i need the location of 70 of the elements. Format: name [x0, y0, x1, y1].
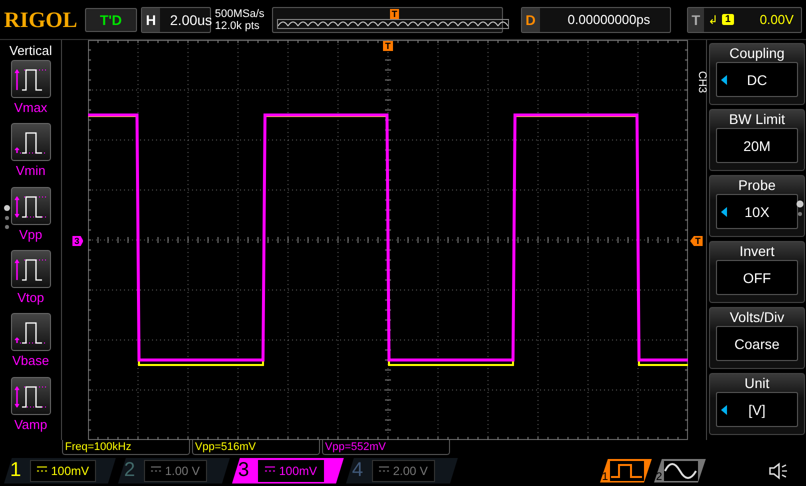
measure-label: Vtop	[17, 290, 44, 305]
channel-scale: 100mV	[279, 464, 318, 478]
sample-rate: 500MSa/s	[214, 8, 266, 20]
channel-tab[interactable]: 4 2.00 V	[346, 458, 458, 484]
menu-item[interactable]: Volts/Div Coarse	[708, 307, 805, 369]
channel-marker: 3	[72, 236, 84, 246]
trigger-level-marker: T	[690, 236, 703, 246]
dc-coupling-icon	[151, 466, 161, 472]
menu-label: Volts/Div	[730, 308, 784, 326]
channel-tab[interactable]: 1 100mV	[4, 458, 116, 484]
channel-scale: 2.00 V	[393, 464, 428, 478]
trigger-status: T'D	[84, 8, 137, 32]
dc-coupling-icon	[37, 466, 47, 472]
menu-value: DC	[746, 72, 768, 88]
trigger-type-button[interactable]: 1	[600, 458, 652, 482]
delay-value: 0.00000000ps	[566, 12, 650, 27]
measurement: Vpp=516mV	[192, 440, 320, 455]
menu-label: Unit	[744, 374, 770, 392]
channel-tab[interactable]: CH3	[696, 71, 708, 93]
menu-value: 20M	[743, 138, 771, 154]
dc-coupling-icon	[379, 466, 389, 472]
measure-button[interactable]	[10, 376, 51, 415]
menu-title: Vertical	[9, 42, 52, 60]
menu-item[interactable]: Coupling DC	[708, 43, 805, 105]
measure-button[interactable]	[10, 186, 51, 225]
menu-value: OFF	[742, 270, 771, 286]
trigger-label: T	[688, 8, 704, 32]
measure-button[interactable]	[10, 123, 51, 162]
speaker-icon[interactable]	[768, 462, 788, 480]
menu-item[interactable]: Invert OFF	[708, 241, 805, 303]
dc-coupling-icon	[265, 466, 275, 472]
menu-item[interactable]: Unit [V]	[708, 373, 805, 435]
memory-depth: 12.0k pts	[214, 20, 261, 32]
measure-label: Vamp	[14, 416, 48, 432]
measurement: Vpp=552mV	[322, 440, 450, 455]
channel-tab[interactable]: 2 1.00 V	[118, 458, 230, 484]
menu-item[interactable]: BW Limit 20M	[708, 109, 805, 171]
brand-logo: RIGOL	[4, 6, 78, 32]
channel-tab[interactable]: 3 100mV	[232, 458, 344, 484]
measure-label: Vbase	[12, 353, 50, 368]
trigger-slope: ↲	[707, 12, 720, 26]
menu-value: [V]	[748, 402, 766, 418]
delay-label: D	[522, 8, 540, 32]
trigger-level: 0.00V	[760, 12, 794, 27]
measure-label: Vmin	[16, 163, 46, 178]
trigger-position-marker: T	[390, 8, 400, 18]
timebase-value: 2.00us	[169, 12, 212, 28]
square-wave-icon	[610, 460, 644, 480]
trigger-position-marker: T	[383, 41, 393, 51]
channel-scale: 1.00 V	[165, 464, 200, 478]
menu-label: Probe	[738, 176, 776, 194]
menu-label: Invert	[739, 242, 774, 260]
measure-label: Vpp	[19, 226, 42, 242]
measure-button[interactable]	[10, 313, 51, 352]
menu-item[interactable]: Probe 10X	[708, 175, 805, 237]
trigger-source: 1	[722, 14, 734, 25]
measure-button[interactable]	[10, 250, 51, 288]
measure-button[interactable]	[10, 60, 51, 98]
timebase-label: H	[142, 8, 160, 32]
measure-label: Vmax	[14, 100, 48, 115]
measurement: Freq=100kHz	[62, 440, 190, 455]
page-dots-icon	[4, 205, 10, 231]
sine-wave-icon	[664, 460, 698, 480]
trigger-type-button[interactable]: 2	[654, 458, 706, 482]
page-dots-icon	[796, 200, 804, 218]
channel-scale: 100mV	[51, 464, 90, 478]
menu-value: 10X	[744, 204, 770, 220]
menu-label: BW Limit	[728, 110, 785, 128]
menu-label: Coupling	[729, 44, 785, 62]
menu-value: Coarse	[734, 336, 780, 352]
